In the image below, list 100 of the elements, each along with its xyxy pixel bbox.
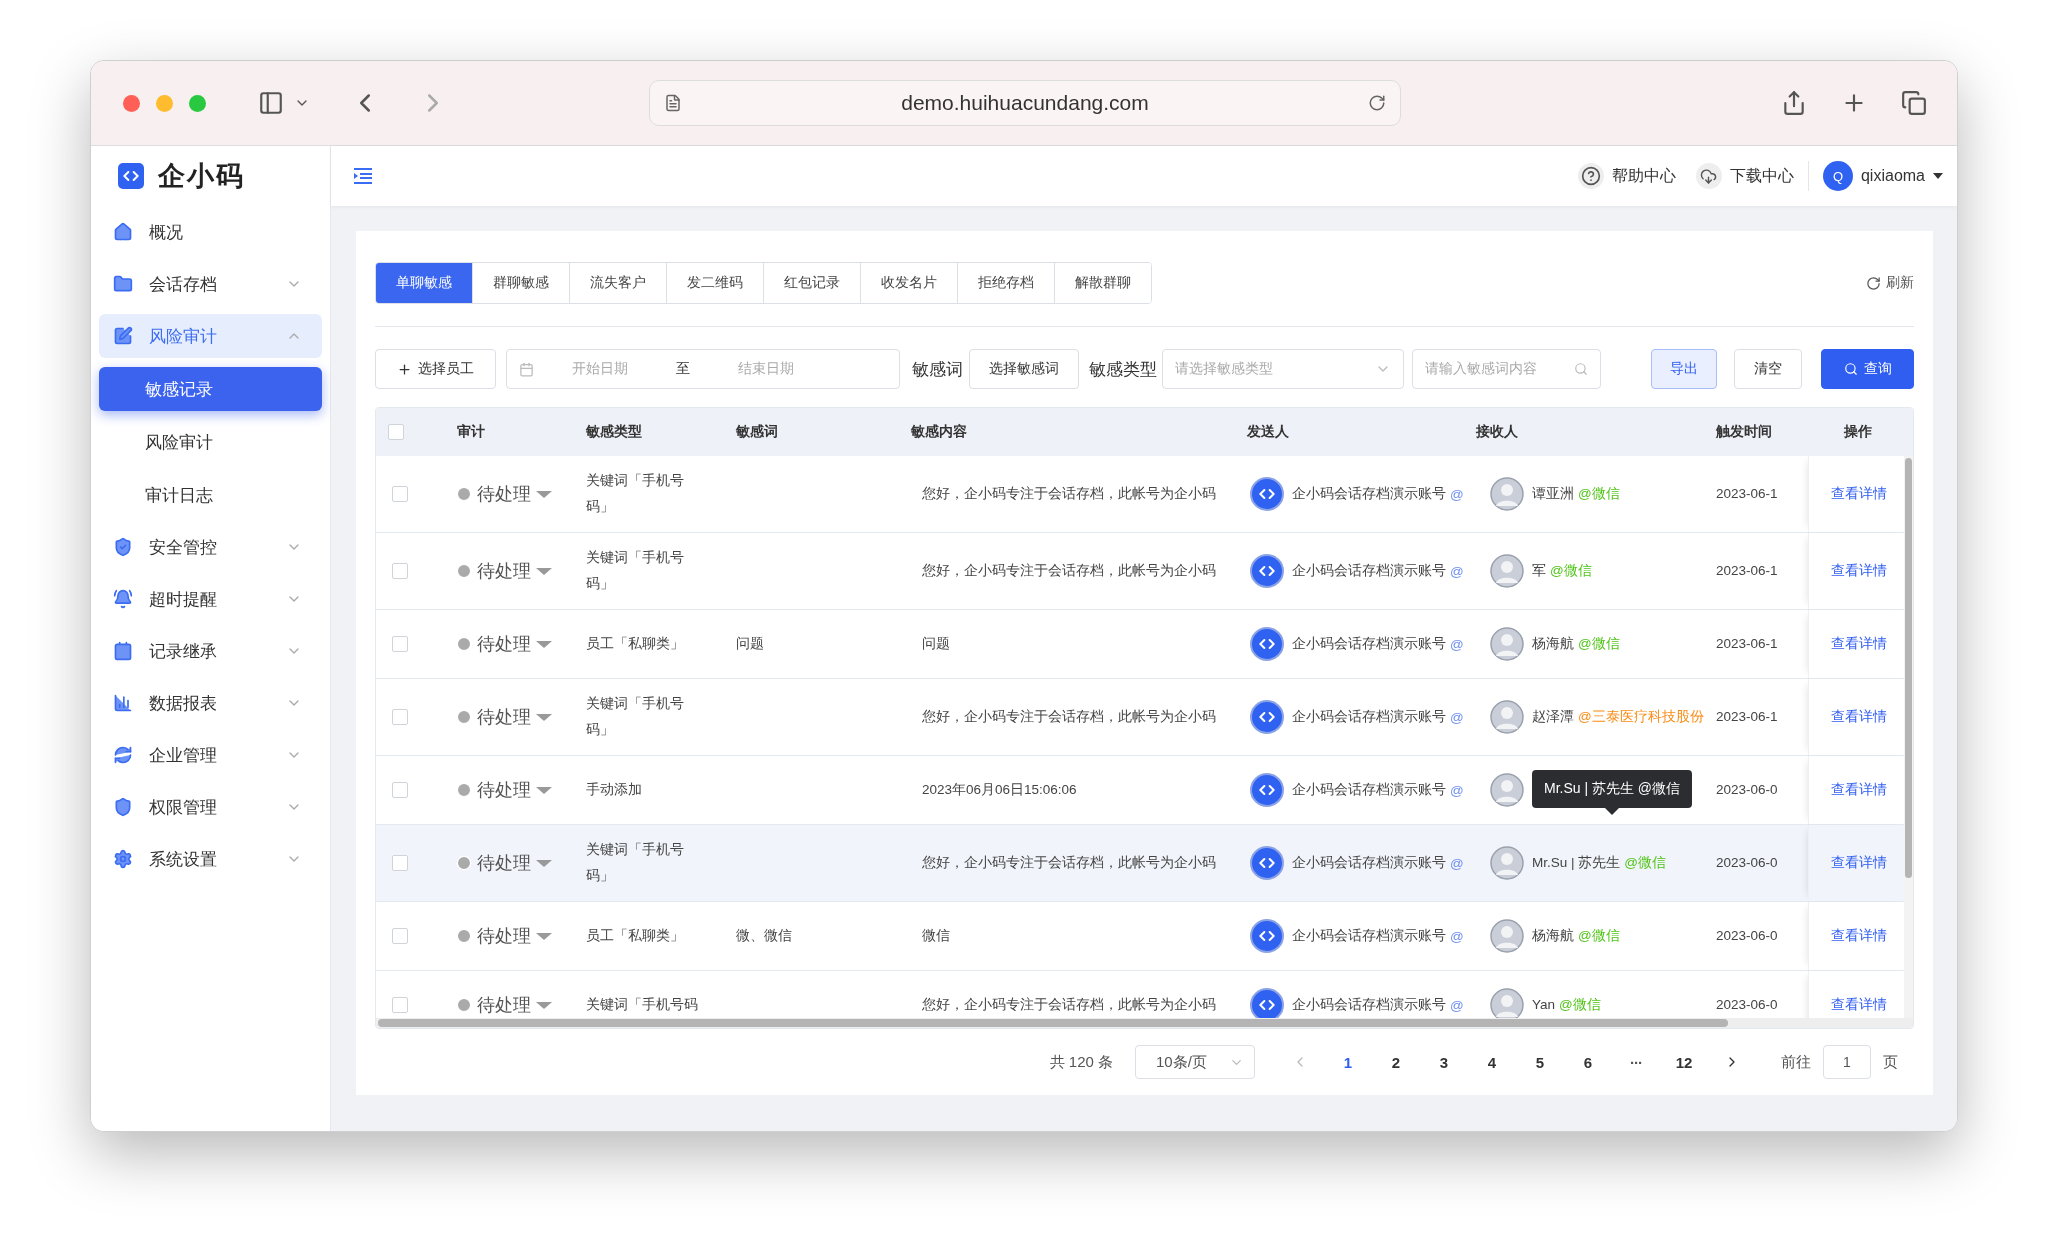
row-checkbox[interactable] [392, 928, 408, 944]
page-size-select[interactable]: 10条/页 [1135, 1045, 1255, 1079]
page-button[interactable]: 6 [1567, 1045, 1609, 1079]
date-range-field[interactable]: 开始日期 至 结束日期 [506, 349, 900, 389]
goto-page-input[interactable]: 1 [1823, 1045, 1871, 1079]
table-cell-text: 关键词「手机号码 [586, 996, 698, 1014]
sender-name: 企小码会话存档演示账号 [1292, 854, 1446, 872]
sidebar-subitem[interactable]: 审计日志 [99, 473, 322, 517]
sender-name: 企小码会话存档演示账号 [1292, 485, 1446, 503]
avatar-icon [1490, 627, 1524, 661]
page-button[interactable]: 1 [1327, 1045, 1369, 1079]
close-icon[interactable] [123, 94, 140, 112]
sidebar-item[interactable]: 记录继承 [99, 629, 322, 673]
receiver-tag: @微信 [1578, 927, 1620, 945]
status-dropdown[interactable]: 待处理 [456, 705, 552, 729]
sidebar-subitem[interactable]: 敏感记录 [99, 367, 322, 411]
select-employee-button[interactable]: 选择员工 [375, 349, 496, 389]
sender-tag: @ [1450, 636, 1464, 652]
user-name[interactable]: qixiaoma [1860, 167, 1925, 185]
page-button[interactable]: 4 [1471, 1045, 1513, 1079]
user-avatar[interactable]: Q [1822, 161, 1853, 191]
receiver-tag: @三泰医疗科技股份 [1578, 708, 1704, 726]
refresh-button[interactable]: 刷新 [1866, 274, 1914, 292]
minimize-icon[interactable] [156, 94, 173, 112]
select-all-checkbox[interactable] [388, 424, 404, 440]
address-bar[interactable]: demo.huihuacundang.com [649, 80, 1401, 126]
vertical-scrollbar[interactable] [1904, 456, 1913, 1018]
sender-tag: @ [1450, 782, 1464, 798]
bell-icon [113, 589, 133, 609]
view-details-link[interactable]: 查看详情 [1830, 781, 1887, 799]
tooltip: Mr.Su | 苏先生 @微信 [1532, 770, 1693, 815]
receiver-name: Yan [1532, 996, 1556, 1014]
more-pages-button[interactable]: ··· [1615, 1045, 1657, 1079]
view-details-link[interactable]: 查看详情 [1830, 562, 1887, 580]
table-cell-text: 关键词「手机号码」 [586, 472, 685, 516]
receiver-name: 杨海航 [1532, 635, 1574, 653]
status-dropdown[interactable]: 待处理 [456, 851, 552, 875]
caret-icon [536, 567, 552, 575]
select-word-button[interactable]: 选择敏感词 [969, 349, 1079, 389]
refresh-icon [1866, 275, 1881, 291]
page-button[interactable]: 5 [1519, 1045, 1561, 1079]
cloud-download-icon [1700, 167, 1718, 185]
sidebar-item[interactable]: 权限管理 [99, 785, 322, 829]
total-count: 共 120 条 [1049, 1052, 1113, 1072]
sender-name: 企小码会话存档演示账号 [1292, 708, 1446, 726]
status-dropdown[interactable]: 待处理 [456, 778, 552, 802]
sidebar-icon[interactable] [258, 90, 284, 116]
query-button[interactable]: 查询 [1821, 349, 1914, 389]
view-details-link[interactable]: 查看详情 [1830, 854, 1887, 872]
avatar-icon [1490, 554, 1524, 588]
sidebar-subitem[interactable]: 风险审计 [99, 420, 322, 464]
status-dropdown[interactable]: 待处理 [456, 924, 552, 948]
menu-fold-icon[interactable] [353, 167, 373, 185]
status-dropdown[interactable]: 待处理 [456, 482, 552, 506]
help-center-link[interactable]: 帮助中心 [1567, 163, 1686, 189]
tab[interactable]: 单聊敏感 [376, 263, 473, 303]
page-button[interactable]: 12 [1663, 1045, 1705, 1079]
share-icon[interactable] [1781, 90, 1807, 116]
caret-icon[interactable] [1933, 173, 1943, 179]
status-dropdown[interactable]: 待处理 [456, 632, 552, 656]
page-button[interactable]: 3 [1423, 1045, 1465, 1079]
view-details-link[interactable]: 查看详情 [1830, 708, 1887, 726]
sidebar-item[interactable]: 数据报表 [99, 681, 322, 725]
reload-icon[interactable] [1368, 94, 1386, 112]
row-checkbox[interactable] [392, 486, 408, 502]
row-checkbox[interactable] [392, 563, 408, 579]
view-details-link[interactable]: 查看详情 [1830, 485, 1887, 503]
tabs-icon[interactable] [1901, 90, 1927, 116]
download-center-link[interactable]: 下载中心 [1685, 163, 1804, 189]
sidebar-item[interactable]: 会话存档 [99, 262, 322, 306]
sidebar-item[interactable]: 企业管理 [99, 733, 322, 777]
row-checkbox[interactable] [392, 855, 408, 871]
row-checkbox[interactable] [392, 709, 408, 725]
view-details-link[interactable]: 查看详情 [1830, 996, 1887, 1014]
sidebar-item[interactable]: 概况 [99, 210, 322, 254]
search-icon [1843, 362, 1858, 376]
view-details-link[interactable]: 查看详情 [1830, 927, 1887, 945]
sidebar-item[interactable]: 风险审计 [99, 314, 322, 358]
bar-chart-icon [113, 693, 133, 713]
sender-name: 企小码会话存档演示账号 [1292, 927, 1446, 945]
status-dropdown[interactable]: 待处理 [456, 993, 552, 1017]
export-button[interactable]: 导出 [1651, 349, 1717, 389]
sidebar-item[interactable]: 超时提醒 [99, 577, 322, 621]
caret-icon [536, 713, 552, 721]
table-cell-text: 关键词「手机号码」 [586, 549, 685, 593]
maximize-icon[interactable] [189, 94, 206, 112]
page-button[interactable]: 2 [1375, 1045, 1417, 1079]
row-checkbox[interactable] [392, 997, 408, 1013]
sidebar-item[interactable]: 系统设置 [99, 837, 322, 881]
clear-button[interactable]: 清空 [1734, 349, 1802, 389]
column-header: 敏感词 [736, 423, 779, 441]
row-checkbox[interactable] [392, 636, 408, 652]
row-checkbox[interactable] [392, 782, 408, 798]
avatar-icon [1490, 700, 1524, 734]
goto-label: 前往 [1781, 1052, 1811, 1072]
view-details-link[interactable]: 查看详情 [1830, 635, 1887, 653]
status-dropdown[interactable]: 待处理 [456, 559, 552, 583]
sidebar-item[interactable]: 安全管控 [99, 525, 322, 569]
receiver-name: 军 [1532, 562, 1546, 580]
horizontal-scrollbar[interactable] [376, 1018, 1913, 1028]
